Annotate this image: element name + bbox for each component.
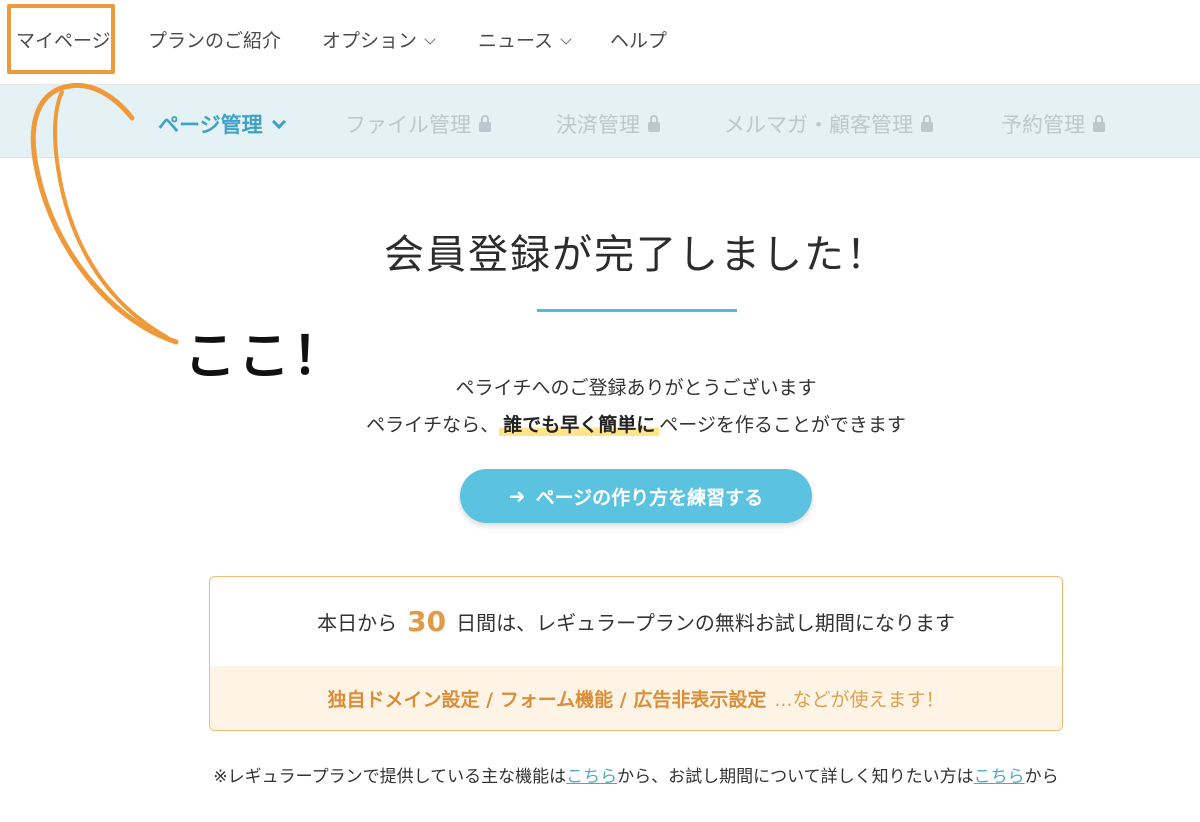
trial-text-post: 日間は、レギュラープランの無料お試し期間になります bbox=[456, 611, 955, 635]
trial-text-pre: 本日から bbox=[317, 611, 398, 635]
lock-icon bbox=[1093, 115, 1105, 132]
trial-info-box: 本日から 30 日間は、レギュラープランの無料お試し期間になります 独自ドメイン… bbox=[209, 576, 1063, 731]
tab-newsletter-customer-management[interactable]: メルマガ・顧客管理 bbox=[724, 109, 933, 139]
trial-period-message: 本日から 30 日間は、レギュラープランの無料お試し期間になります bbox=[210, 577, 1062, 666]
trial-feature-list: 独自ドメイン設定 / フォーム機能 / 広告非表示設定 bbox=[327, 688, 767, 711]
footnote: ※レギュラープランで提供している主な機能はこちらから、お試し期間について詳しく知… bbox=[0, 762, 1200, 787]
chevron-down-icon bbox=[560, 33, 572, 45]
intro-highlight: 誰でも早く簡単に bbox=[499, 414, 660, 436]
practice-page-creation-button[interactable]: ➜ ページの作り方を練習する bbox=[460, 469, 812, 523]
tab-page-management[interactable]: ページ管理 bbox=[158, 109, 286, 139]
annotation-highlight-box bbox=[7, 4, 115, 74]
title-divider bbox=[537, 309, 737, 312]
thanks-message: ペライチへのご登録ありがとうございます bbox=[455, 377, 817, 399]
intro-message: ペライチなら、 誰でも早く簡単に ページを作ることができます bbox=[0, 410, 1200, 437]
sub-navigation: ページ管理 ファイル管理 決済管理 メルマガ・顧客管理 予約管理 bbox=[0, 85, 1200, 158]
tab-label: 決済管理 bbox=[556, 113, 640, 137]
cta-label: ページの作り方を練習する bbox=[535, 486, 764, 509]
page: マイページ プランのご紹介 オプション ニュース ヘルプ ページ管理 ファイル管… bbox=[0, 0, 1200, 822]
trial-features: 独自ドメイン設定 / フォーム機能 / 広告非表示設定 ...などが使えます！ bbox=[210, 666, 1062, 730]
tab-label: 予約管理 bbox=[1001, 113, 1085, 137]
tab-label: メルマガ・顧客管理 bbox=[724, 113, 913, 137]
intro-text-post: ページを作ることができます bbox=[659, 414, 906, 436]
nav-item-news[interactable]: ニュース bbox=[478, 26, 572, 53]
annotation-label: ここ！ bbox=[184, 327, 347, 387]
footnote-text: から bbox=[1024, 767, 1059, 787]
footnote-text: から、お試し期間について詳しく知りたい方は bbox=[617, 767, 974, 787]
tab-reservation-management[interactable]: 予約管理 bbox=[1001, 109, 1105, 139]
lock-icon bbox=[921, 115, 933, 132]
trial-days: 30 bbox=[407, 605, 447, 638]
regular-plan-features-link[interactable]: こちら bbox=[566, 767, 617, 787]
nav-item-help[interactable]: ヘルプ bbox=[610, 26, 667, 53]
top-navigation: マイページ プランのご紹介 オプション ニュース ヘルプ bbox=[0, 0, 1200, 85]
trial-feature-tail: ...などが使えます！ bbox=[774, 688, 945, 711]
page-title: 会員登録が完了しました！ bbox=[384, 232, 888, 278]
tab-label: ファイル管理 bbox=[345, 113, 471, 137]
nav-item-label: オプション bbox=[322, 30, 418, 52]
nav-item-plans[interactable]: プランのご紹介 bbox=[148, 26, 281, 53]
footnote-text: ※レギュラープランで提供している主な機能は bbox=[213, 767, 567, 787]
arrow-right-icon: ➜ bbox=[508, 484, 526, 508]
chevron-down-icon bbox=[271, 114, 286, 130]
tab-payment-management[interactable]: 決済管理 bbox=[556, 109, 660, 139]
lock-icon bbox=[648, 115, 660, 132]
intro-text-pre: ペライチなら、 bbox=[366, 414, 500, 436]
tab-file-management[interactable]: ファイル管理 bbox=[345, 109, 491, 139]
nav-item-label: プランのご紹介 bbox=[148, 30, 282, 52]
nav-item-label: ヘルプ bbox=[610, 30, 668, 52]
tab-label: ページ管理 bbox=[158, 113, 263, 137]
trial-period-details-link[interactable]: こちら bbox=[974, 767, 1025, 787]
chevron-down-icon bbox=[424, 33, 436, 45]
nav-item-label: ニュース bbox=[478, 30, 554, 52]
lock-icon bbox=[479, 115, 491, 132]
nav-item-options[interactable]: オプション bbox=[322, 26, 436, 53]
